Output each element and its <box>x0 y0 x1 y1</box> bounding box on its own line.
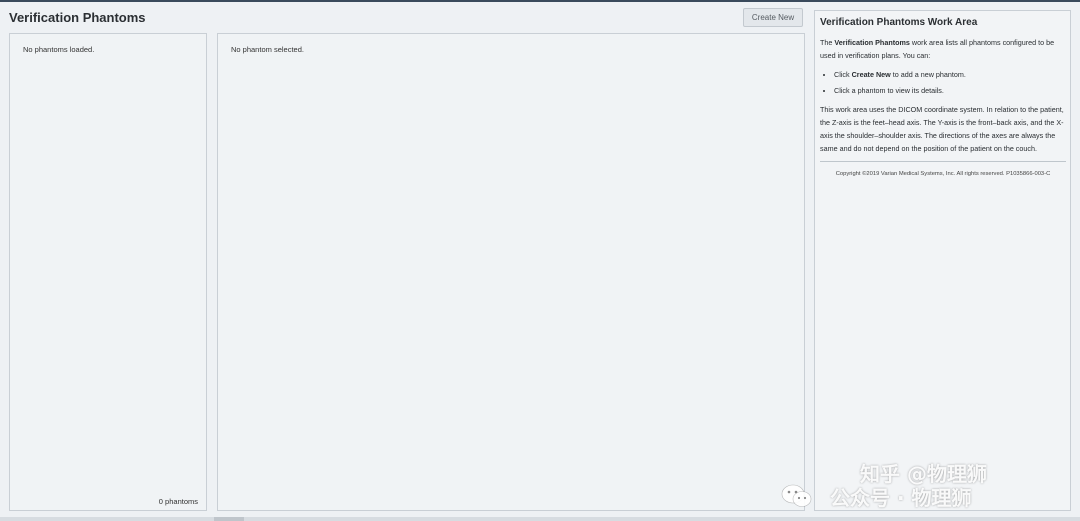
create-new-button[interactable]: Create New <box>743 8 803 27</box>
detail-empty-message: No phantom selected. <box>231 45 304 54</box>
phantom-count: 0 phantoms <box>158 497 198 506</box>
wechat-logo-icon <box>781 484 812 507</box>
help-bullet-create: Click Create New to add a new phantom. <box>834 69 1066 82</box>
help-divider <box>820 161 1066 163</box>
help-intro-prefix: The <box>820 38 835 47</box>
help-bullets: Click Create New to add a new phantom. C… <box>820 69 1066 99</box>
page-title: Verification Phantoms <box>9 10 146 25</box>
bullet1-suffix: to add a new phantom. <box>890 69 966 79</box>
top-border <box>0 0 1080 2</box>
help-body: The Verification Phantoms work area list… <box>820 37 1066 180</box>
phantom-detail-panel: No phantom selected. <box>217 33 805 511</box>
scrollbar-thumb[interactable] <box>214 517 244 521</box>
help-coordinates: This work area uses the DICOM coordinate… <box>820 105 1064 153</box>
phantom-list-panel[interactable]: No phantoms loaded. 0 phantoms <box>9 33 207 511</box>
help-panel: Verification Phantoms Work Area The Veri… <box>814 10 1071 511</box>
help-intro-bold: Verification Phantoms <box>834 38 910 47</box>
help-intro: The Verification Phantoms work area list… <box>820 37 1066 63</box>
copyright-text: Copyright ©2019 Varian Medical Systems, … <box>835 171 1051 178</box>
watermark-wechat: 公众号 · 物理狮 <box>830 486 972 510</box>
bullet1-prefix: Click <box>834 69 852 79</box>
list-empty-message: No phantoms loaded. <box>23 45 95 54</box>
horizontal-scrollbar[interactable] <box>0 517 1080 521</box>
bullet1-bold: Create New <box>851 69 891 79</box>
help-bullet-view: Click a phantom to view its details. <box>834 85 1066 98</box>
help-title: Verification Phantoms Work Area <box>820 17 978 28</box>
